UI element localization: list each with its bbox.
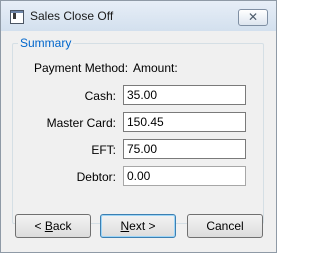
summary-legend: Summary: [18, 36, 74, 50]
window-title: Sales Close Off: [30, 9, 114, 23]
back-button-prefix: <: [34, 219, 45, 233]
summary-group: Summary Payment Method: Amount: Cash: Ma…: [12, 36, 264, 224]
app-window-icon: [10, 10, 24, 24]
next-button[interactable]: Next >: [100, 214, 176, 238]
dialog-body: Summary Payment Method: Amount: Cash: Ma…: [7, 31, 270, 245]
cancel-button[interactable]: Cancel: [187, 214, 263, 238]
back-button-rest: ack: [52, 219, 72, 233]
next-button-rest: ext >: [129, 219, 156, 233]
master-card-label: Master Card:: [46, 116, 116, 130]
sales-close-off-dialog: Sales Close Off ✕ Summary Payment Method…: [0, 0, 277, 253]
cancel-button-label: Cancel: [206, 219, 244, 233]
back-button[interactable]: < Back: [15, 214, 91, 238]
next-button-mnemonic: N: [120, 219, 130, 233]
title-bar[interactable]: Sales Close Off ✕: [1, 1, 276, 31]
eft-amount-field[interactable]: [123, 139, 246, 159]
debtor-label: Debtor:: [76, 170, 116, 184]
back-button-mnemonic: B: [44, 219, 53, 233]
payment-method-header: Payment Method:: [34, 61, 129, 75]
cash-label: Cash:: [84, 89, 116, 103]
amount-header: Amount:: [133, 61, 178, 75]
cash-amount-field[interactable]: [123, 85, 246, 105]
close-icon: ✕: [247, 10, 259, 24]
eft-label: EFT:: [91, 143, 116, 157]
debtor-amount-field[interactable]: [123, 166, 246, 186]
master-card-amount-field[interactable]: [123, 112, 246, 132]
close-button[interactable]: ✕: [238, 9, 268, 26]
